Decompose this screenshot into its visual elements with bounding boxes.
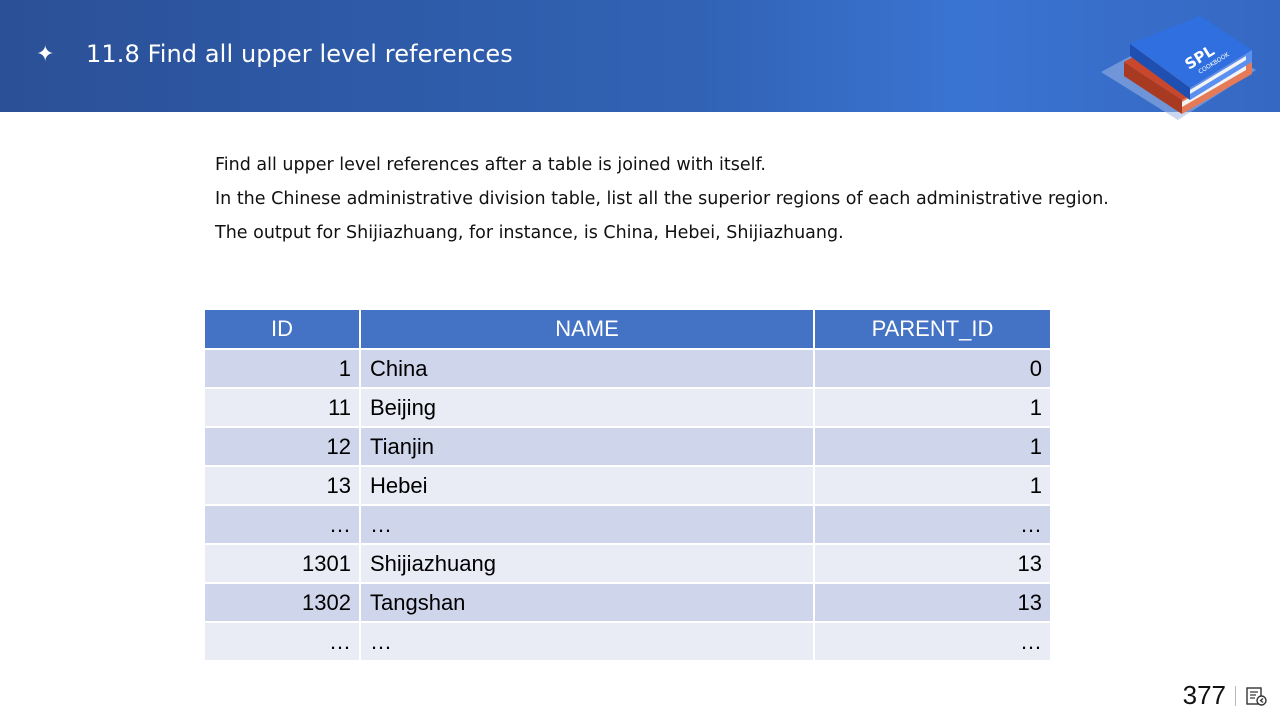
cell-parent-id: … (813, 621, 1050, 662)
cell-name: Tianjin (359, 426, 815, 467)
cell-id: 1301 (205, 543, 361, 584)
table-row: … … … (205, 504, 1050, 545)
column-header-name: NAME (359, 310, 815, 350)
cell-parent-id: 13 (813, 543, 1050, 584)
slide-navigation-icon[interactable] (1244, 684, 1268, 708)
cell-parent-id: 1 (813, 387, 1050, 428)
cell-parent-id: 13 (813, 582, 1050, 623)
page-number: 377 (1182, 680, 1226, 710)
table-header-row: ID NAME PARENT_ID (205, 310, 1050, 350)
description-line: Find all upper level references after a … (215, 155, 766, 175)
region-table: ID NAME PARENT_ID 1 China 0 11 Beijing 1… (205, 310, 1050, 662)
cell-name: Shijiazhuang (359, 543, 815, 584)
cell-name: Tangshan (359, 582, 815, 623)
table-row: 1 China 0 (205, 348, 1050, 389)
cell-name: … (359, 504, 815, 545)
cell-parent-id: 1 (813, 465, 1050, 506)
cell-id: 11 (205, 387, 361, 428)
table-row: 12 Tianjin 1 (205, 426, 1050, 467)
cell-parent-id: 1 (813, 426, 1050, 467)
cell-id: 13 (205, 465, 361, 506)
four-point-star-icon: ✦ (36, 42, 55, 67)
cell-id: 12 (205, 426, 361, 467)
cell-id: … (205, 504, 361, 545)
cell-name: Hebei (359, 465, 815, 506)
description-line: In the Chinese administrative division t… (215, 189, 1109, 209)
table-row: 11 Beijing 1 (205, 387, 1050, 428)
cell-id: 1 (205, 348, 361, 389)
table-row: 13 Hebei 1 (205, 465, 1050, 506)
description-line: The output for Shijiazhuang, for instanc… (215, 223, 844, 243)
table-row: 1302 Tangshan 13 (205, 582, 1050, 623)
cell-name: … (359, 621, 815, 662)
table-row: 1301 Shijiazhuang 13 (205, 543, 1050, 584)
cell-name: Beijing (359, 387, 815, 428)
cell-name: China (359, 348, 815, 389)
column-header-id: ID (205, 310, 361, 350)
slide-title: 11.8 Find all upper level references (86, 40, 513, 68)
cell-parent-id: 0 (813, 348, 1050, 389)
cell-parent-id: … (813, 504, 1050, 545)
title-banner: ✦ 11.8 Find all upper level references (0, 0, 1280, 112)
cell-id: 1302 (205, 582, 361, 623)
footer-divider (1235, 686, 1236, 706)
table-row: … … … (205, 621, 1050, 662)
cell-id: … (205, 621, 361, 662)
description: Find all upper level references after a … (215, 152, 1195, 254)
spl-cookbook-logo: SPL COOKBOOK (1101, 16, 1256, 120)
column-header-parent-id: PARENT_ID (813, 310, 1050, 350)
